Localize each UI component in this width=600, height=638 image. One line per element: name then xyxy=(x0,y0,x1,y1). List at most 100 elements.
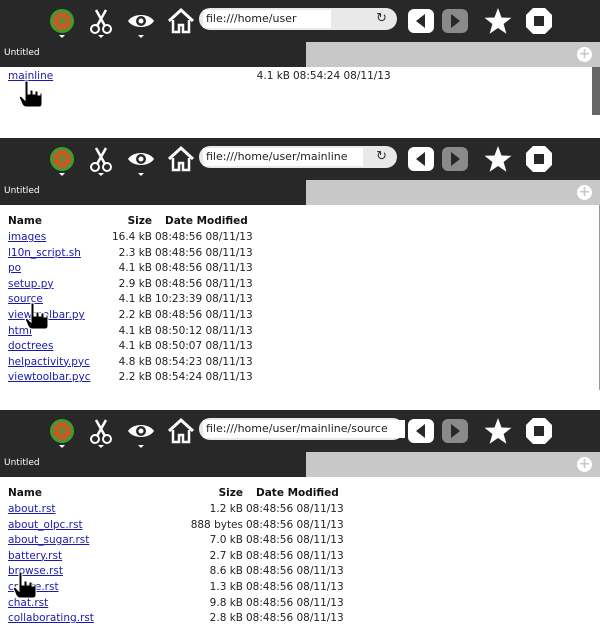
url-input[interactable]: file:///home/user/mainline xyxy=(203,148,363,166)
file-size: 4.8 kB xyxy=(118,355,152,368)
dropdown-arrow-icon xyxy=(59,445,65,448)
globe-icon[interactable] xyxy=(47,416,77,446)
home-icon[interactable] xyxy=(166,416,196,446)
url-input[interactable]: file:///home/user xyxy=(203,10,331,28)
file-date: 08:48:56 08/11/13 xyxy=(246,534,344,547)
table-row: chat.rst 9.8 kB 08:48:56 08/11/13 xyxy=(0,597,590,612)
home-icon[interactable] xyxy=(166,6,196,36)
back-icon[interactable] xyxy=(406,144,436,174)
dropdown-arrow-icon xyxy=(59,173,65,176)
table-row: collaborating.rst 2.8 kB 08:48:56 08/11/13 xyxy=(0,612,590,627)
file-date: 08:50:07 08/11/13 xyxy=(155,340,253,353)
file-link[interactable]: setup.py xyxy=(8,278,54,290)
file-link[interactable]: images xyxy=(8,231,46,243)
file-link[interactable]: l10n_script.sh xyxy=(8,247,81,259)
file-date: 10:23:39 08/11/13 xyxy=(155,293,253,306)
stop-icon[interactable] xyxy=(524,6,554,36)
file-date: 08:54:24 08/11/13 xyxy=(293,70,391,82)
stop-icon[interactable] xyxy=(524,144,554,174)
file-date: 08:48:56 08/11/13 xyxy=(155,309,253,321)
scissors-icon[interactable] xyxy=(86,6,116,36)
toolbar: file:///home/user ↻ xyxy=(0,0,600,42)
dropdown-arrow-icon xyxy=(59,35,65,38)
hand-cursor-icon xyxy=(12,570,38,600)
file-link[interactable]: po xyxy=(8,262,21,274)
address-bar: file:///home/user/mainline ↻ xyxy=(199,146,397,168)
file-size: 2.8 kB xyxy=(209,612,243,625)
column-header-size: Size xyxy=(127,215,152,227)
column-header-date: Date Modified xyxy=(165,215,248,227)
file-date: 08:48:56 08/11/13 xyxy=(246,565,344,578)
scrollbar[interactable] xyxy=(592,67,600,115)
globe-icon[interactable] xyxy=(47,144,77,174)
tab-strip: + xyxy=(306,42,600,67)
file-link[interactable]: collaborating.rst xyxy=(8,612,94,624)
file-link[interactable]: about_sugar.rst xyxy=(8,534,89,546)
home-icon[interactable] xyxy=(166,144,196,174)
file-date: 08:48:56 08/11/13 xyxy=(246,503,344,515)
star-icon[interactable] xyxy=(483,6,513,36)
star-icon[interactable] xyxy=(483,144,513,174)
file-date: 08:48:56 08/11/13 xyxy=(246,612,344,625)
tab-untitled[interactable]: Untitled xyxy=(0,42,40,67)
star-icon[interactable] xyxy=(483,416,513,446)
tab-untitled[interactable]: Untitled xyxy=(0,180,40,205)
forward-icon[interactable] xyxy=(440,144,470,174)
file-link[interactable]: doctrees xyxy=(8,340,53,352)
back-icon[interactable] xyxy=(406,416,436,446)
dropdown-arrow-icon xyxy=(98,445,104,448)
table-row: create.rst1.3 kB08:48:56 08/11/13 xyxy=(0,581,590,596)
file-size: 2.3 kB xyxy=(118,246,152,259)
hand-cursor-icon xyxy=(18,79,44,109)
reload-icon[interactable]: ↻ xyxy=(376,149,387,165)
file-size: 4.1 kB xyxy=(256,70,290,82)
table-row: browse.rst 8.6 kB 08:48:56 08/11/13 xyxy=(0,565,590,580)
stop-icon[interactable] xyxy=(524,416,554,446)
table-row: viewtoolbar.py2.2 kB08:48:56 08/11/13 xyxy=(0,309,590,324)
file-size: 2.2 kB xyxy=(118,371,152,384)
eye-icon[interactable] xyxy=(126,416,156,446)
file-size: 2.7 kB xyxy=(209,549,243,562)
dropdown-arrow-icon xyxy=(138,35,144,38)
forward-icon[interactable] xyxy=(440,416,470,446)
file-listing: mainline 4.1 kB 08:54:24 08/11/13 xyxy=(0,67,600,120)
browser-panel: file:///home/user/mainline/source Untitle… xyxy=(0,410,600,638)
table-row: images 16.4 kB 08:48:56 08/11/13 xyxy=(0,231,590,246)
file-size: 8.6 kB xyxy=(209,565,243,578)
table-row: po 4.1 kB 08:48:56 08/11/13 xyxy=(0,262,590,277)
scissors-icon[interactable] xyxy=(86,416,116,446)
scissors-icon[interactable] xyxy=(86,144,116,174)
hand-cursor-icon xyxy=(24,301,50,331)
toolbar: file:///home/user/mainline/source xyxy=(0,410,600,452)
column-header-date: Date Modified xyxy=(256,487,339,499)
file-size: 4.1 kB xyxy=(118,262,152,275)
file-link[interactable]: about_olpc.rst xyxy=(8,519,83,531)
file-link[interactable]: about.rst xyxy=(8,503,56,515)
file-size: 7.0 kB xyxy=(209,534,243,547)
reload-icon[interactable]: ↻ xyxy=(376,11,387,27)
forward-icon[interactable] xyxy=(440,6,470,36)
tab-strip: + xyxy=(306,180,600,205)
table-row: helpactivity.pyc 4.8 kB 08:54:23 08/11/13 xyxy=(0,356,590,371)
file-date: 08:48:56 08/11/13 xyxy=(246,581,344,593)
file-date: 08:48:56 08/11/13 xyxy=(155,277,253,290)
eye-icon[interactable] xyxy=(126,144,156,174)
back-icon[interactable] xyxy=(406,6,436,36)
globe-icon[interactable] xyxy=(47,6,77,36)
file-size: 9.8 kB xyxy=(209,596,243,609)
file-date: 08:50:12 08/11/13 xyxy=(155,324,253,337)
file-size: 1.3 kB xyxy=(209,581,243,593)
tab-untitled[interactable]: Untitled xyxy=(0,452,40,477)
browser-panel: file:///home/user ↻ Untitled + mainline 4.1 k… xyxy=(0,0,600,120)
eye-icon[interactable] xyxy=(126,6,156,36)
add-tab-button[interactable]: + xyxy=(577,185,592,200)
browser-panel: file:///home/user/mainline ↻ Untitled + Name… xyxy=(0,138,600,390)
table-row: about_sugar.rst 7.0 kB 08:48:56 08/11/13 xyxy=(0,534,590,549)
add-tab-button[interactable]: + xyxy=(577,457,592,472)
file-listing: Name Size Date Modified images 16.4 kB 08:48:… xyxy=(0,205,600,390)
add-tab-button[interactable]: + xyxy=(577,47,592,62)
file-date: 08:48:56 08/11/13 xyxy=(155,231,253,243)
file-size: 2.9 kB xyxy=(118,277,152,290)
file-link[interactable]: battery.rst xyxy=(8,550,62,562)
url-input[interactable]: file:///home/user/mainline/source xyxy=(203,420,405,438)
